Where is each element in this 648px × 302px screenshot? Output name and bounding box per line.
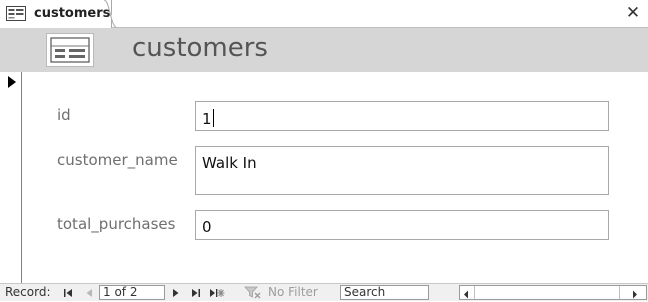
document-tab-strip: customers ✕ [0,0,648,28]
form-header-section: customers [22,28,648,72]
tab-label: customers [34,6,111,21]
scroll-thumb[interactable] [474,286,620,299]
previous-record-icon[interactable] [85,287,93,301]
no-filter-button[interactable]: No Filter [268,284,318,301]
tab-customers[interactable]: customers [0,0,112,28]
id-field[interactable]: 1 [195,101,609,131]
filter-icon[interactable] [244,286,262,302]
page-title: customers [132,33,268,63]
next-record-icon[interactable] [172,287,180,301]
search-input[interactable]: Search [340,285,429,300]
first-record-icon[interactable] [63,287,73,301]
close-icon[interactable]: ✕ [622,2,644,24]
label-total-purchases: total_purchases [57,215,176,233]
horizontal-scrollbar[interactable] [459,285,647,300]
customer-name-field[interactable]: Walk In [195,146,609,195]
record-navigation-bar: Record: 1 of 2 No Filter Search [0,283,648,301]
last-record-icon[interactable] [191,287,201,301]
record-label: Record: [5,285,51,299]
record-position-input[interactable]: 1 of 2 [99,285,165,300]
form-header: customers [0,28,648,72]
form-icon [6,6,26,25]
current-record-arrow-icon [8,76,16,88]
tab-edge [104,0,118,28]
record-selector[interactable] [0,72,22,283]
label-id: id [57,106,71,124]
id-value: 1 [202,110,212,128]
scroll-left-icon[interactable] [463,288,469,302]
total-purchases-value: 0 [202,218,212,236]
total-purchases-field[interactable]: 0 [195,210,609,240]
new-record-icon[interactable] [209,287,225,301]
form-icon [46,33,94,67]
scroll-right-icon[interactable] [632,288,638,302]
customer-name-value: Walk In [202,154,257,172]
text-cursor [212,109,214,127]
label-customer-name: customer_name [57,151,178,169]
